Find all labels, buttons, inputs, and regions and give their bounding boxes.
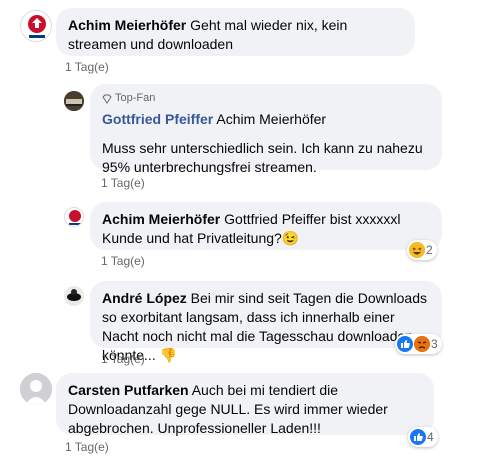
diamond-icon — [102, 94, 112, 104]
like-icon — [410, 429, 426, 445]
comment-time[interactable]: 1 Tag(e) — [65, 60, 109, 74]
comment-author[interactable]: Achim Meierhöfer — [68, 17, 186, 33]
comment-bubble: Achim Meierhöfer Gottfried Pfeiffer bist… — [90, 202, 442, 250]
like-icon — [397, 336, 413, 352]
avatar[interactable] — [64, 207, 84, 227]
angry-icon — [414, 336, 430, 352]
thumbs-down-emoji: 👎 — [159, 347, 178, 363]
comment-author[interactable]: Gottfried Pfeiffer — [102, 111, 213, 127]
reaction-summary[interactable]: 4 — [408, 427, 438, 447]
reaction-count: 3 — [431, 337, 438, 351]
comment-author[interactable]: Achim Meierhöfer — [102, 211, 220, 227]
comment-bubble: André López Bei mir sind seit Tagen die … — [90, 281, 442, 363]
avatar[interactable] — [20, 373, 52, 405]
top-fan-badge: Top-Fan — [102, 89, 430, 108]
comment-bubble: Carsten Putfarken Auch bei mi tendiert d… — [56, 373, 434, 436]
comment-author[interactable]: André López — [102, 290, 187, 306]
reaction-summary[interactable]: 3 — [395, 334, 442, 354]
haha-icon — [409, 242, 425, 258]
comment-text: Muss sehr unterschiedlich sein. Ich kann… — [102, 140, 423, 175]
avatar[interactable] — [20, 10, 52, 42]
mention-link[interactable]: Achim Meierhöfer — [216, 111, 326, 127]
wink-emoji: 😉 — [281, 230, 300, 246]
comment-author[interactable]: Carsten Putfarken — [68, 382, 189, 398]
avatar[interactable] — [64, 286, 84, 306]
avatar[interactable] — [64, 91, 84, 111]
reaction-summary[interactable]: 2 — [407, 240, 437, 260]
comment-time[interactable]: 1 Tag(e) — [65, 440, 109, 454]
reaction-count: 2 — [426, 243, 433, 257]
reaction-count: 4 — [427, 430, 434, 444]
comment-time[interactable]: 1 Tag(e) — [101, 254, 145, 268]
badge-label: Top-Fan — [115, 92, 156, 104]
comment-time[interactable]: 1 Tag(e) — [101, 352, 145, 366]
comment-time[interactable]: 1 Tag(e) — [101, 176, 145, 190]
comment-bubble: Top-Fan Gottfried Pfeiffer Achim Meierhö… — [90, 84, 442, 175]
comment-bubble: Achim Meierhöfer Geht mal wieder nix, ke… — [56, 8, 415, 56]
